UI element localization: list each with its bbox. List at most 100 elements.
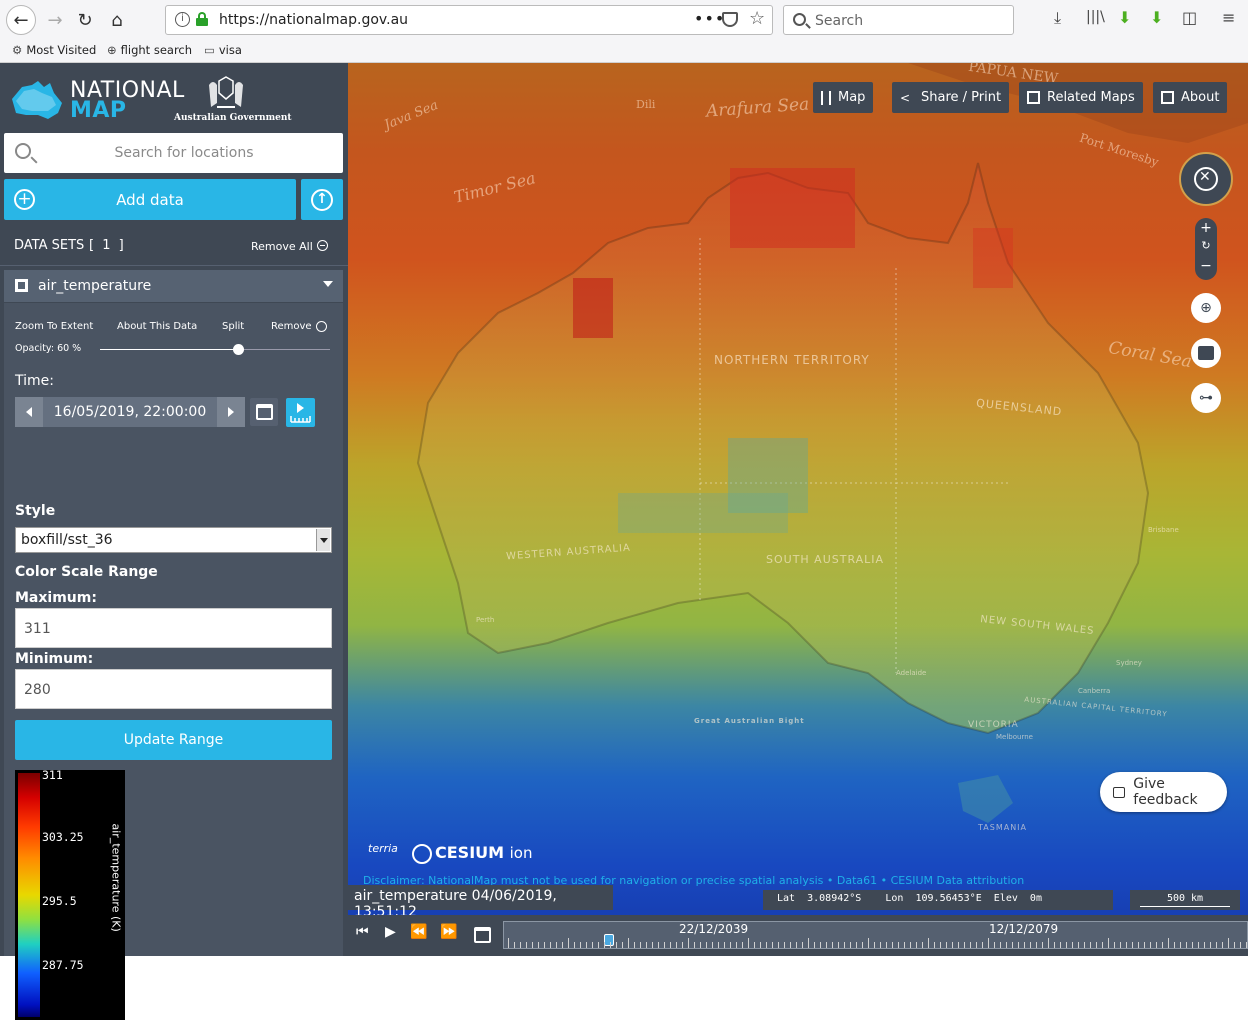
timeline-tick: [1084, 942, 1085, 948]
timeline-tick: [706, 942, 707, 948]
dataset-visibility-checkbox[interactable]: [15, 279, 28, 292]
time-value[interactable]: 16/05/2019, 22:00:00: [43, 404, 217, 420]
home-icon[interactable]: ⌂: [102, 5, 132, 35]
lock-icon[interactable]: [196, 12, 208, 26]
map-view[interactable]: Arafura Sea Timor Sea Java Sea Coral Sea…: [348, 63, 1248, 956]
remove-all-icon[interactable]: [317, 240, 328, 251]
state-label-victoria: VICTORIA: [968, 720, 1019, 730]
lon-label: Lon: [885, 893, 904, 904]
timeline-toggle-button[interactable]: [286, 398, 315, 427]
timeline-tick: [1030, 942, 1031, 948]
upload-button[interactable]: ↑: [301, 179, 343, 220]
timeline-tick: [520, 942, 521, 948]
speed-up-icon[interactable]: ⏩: [440, 924, 457, 940]
timeline-tick: [898, 942, 899, 948]
timeline-tick: [508, 938, 509, 948]
addon-download-icon[interactable]: ⬇: [1118, 8, 1131, 27]
government-crest-icon: [209, 76, 243, 108]
style-select[interactable]: boxfill/sst_36: [15, 527, 332, 553]
timeline-tick: [568, 938, 569, 948]
url-bar[interactable]: i https://nationalmap.gov.au ••• ☆: [165, 5, 773, 35]
url-text[interactable]: https://nationalmap.gov.au: [219, 12, 408, 28]
timeline-tick: [778, 942, 779, 948]
bookmark-star-icon[interactable]: ☆: [749, 8, 765, 29]
opacity-slider-handle[interactable]: [233, 344, 244, 355]
split-link[interactable]: Split: [222, 321, 244, 332]
opacity-slider[interactable]: [100, 344, 330, 355]
update-range-button[interactable]: Update Range: [15, 720, 332, 760]
zoom-in-button[interactable]: +: [1195, 220, 1217, 236]
timeline-position-marker[interactable]: [604, 934, 614, 946]
time-label: Time:: [15, 373, 54, 389]
timeline-tick: [1222, 942, 1223, 948]
measure-tool-button[interactable]: ⊶: [1191, 383, 1221, 413]
timeline-tick: [1102, 942, 1103, 948]
location-search-input[interactable]: [44, 142, 324, 164]
remove-all-button[interactable]: Remove All: [251, 240, 313, 253]
remove-link[interactable]: Remove: [271, 321, 312, 332]
timeline-tick: [760, 942, 761, 948]
about-this-data-link[interactable]: About This Data: [117, 321, 197, 332]
national-map-logo[interactable]: NATIONAL MAP Australian Government: [8, 73, 338, 133]
split-view-button[interactable]: [1191, 338, 1221, 368]
dataset-header[interactable]: air_temperature: [4, 270, 343, 302]
maximum-input[interactable]: 311: [15, 608, 332, 648]
library-icon[interactable]: |||\: [1086, 9, 1105, 25]
reload-icon[interactable]: ↻: [70, 5, 100, 35]
remove-icon[interactable]: [316, 321, 327, 332]
zoom-out-button[interactable]: −: [1195, 258, 1217, 274]
australia-logo-icon: [12, 81, 62, 119]
zoom-reset-button[interactable]: ↻: [1195, 239, 1217, 252]
give-feedback-button[interactable]: Give feedback: [1100, 772, 1227, 812]
collapse-arrow-icon[interactable]: [323, 281, 333, 287]
bookmark-most-visited[interactable]: ⚙ Most Visited: [12, 43, 96, 57]
timeline-tick: [910, 942, 911, 948]
share-icon: <: [900, 90, 911, 105]
menu-icon[interactable]: ≡: [1222, 8, 1235, 27]
feedback-label: Give feedback: [1133, 776, 1198, 808]
page-actions-icon[interactable]: •••: [694, 9, 725, 28]
back-icon[interactable]: ←: [6, 5, 36, 35]
timeline-tick: [562, 942, 563, 948]
skip-to-start-icon[interactable]: ⏮: [356, 924, 369, 940]
timeline-tick: [982, 942, 983, 948]
map-settings-button[interactable]: Map: [813, 82, 874, 113]
bookmark-visa[interactable]: ▭ visa: [204, 43, 242, 57]
location-search-box[interactable]: [4, 133, 343, 173]
my-location-button[interactable]: ⊕: [1191, 293, 1221, 323]
share-print-button[interactable]: < Share / Print: [892, 82, 1010, 113]
browser-search-input[interactable]: Search: [783, 5, 1014, 35]
browser-search-placeholder: Search: [815, 13, 864, 29]
slow-down-icon[interactable]: ⏪: [410, 924, 427, 940]
cesium-ion-logo[interactable]: CESIUM ion: [412, 843, 533, 864]
logo-text-map: MAP: [70, 98, 127, 123]
timeline-tick: [628, 938, 629, 948]
timeline-tick: [1228, 938, 1229, 948]
play-icon[interactable]: ▶: [385, 924, 396, 940]
forward-icon[interactable]: →: [40, 5, 70, 35]
zoom-to-extent-link[interactable]: Zoom To Extent: [15, 321, 93, 332]
location-bar[interactable]: Lat 3.08942°S Lon 109.56453°E Elev 0m: [763, 890, 1113, 910]
next-time-button[interactable]: [217, 397, 245, 427]
bookmark-flight-search[interactable]: ⊕ flight search: [107, 43, 192, 57]
related-maps-button[interactable]: Related Maps: [1019, 82, 1143, 113]
downloads-icon[interactable]: ⤓: [1054, 8, 1061, 28]
add-data-button[interactable]: + Add data: [4, 179, 296, 220]
addon-download-icon-2[interactable]: ⬇: [1150, 8, 1163, 27]
calendar-icon[interactable]: [474, 927, 491, 943]
compass-control[interactable]: [1179, 152, 1233, 206]
dataset-name[interactable]: air_temperature: [38, 278, 151, 294]
pocket-icon[interactable]: [722, 12, 738, 27]
terria-logo[interactable]: terria: [368, 842, 398, 855]
timeline-scrubber[interactable]: 22/12/2039 12/12/2079: [503, 921, 1248, 949]
about-button[interactable]: About: [1153, 82, 1228, 113]
timeline-tick: [664, 942, 665, 948]
calendar-button[interactable]: [250, 398, 278, 426]
chevron-down-icon[interactable]: [316, 529, 330, 551]
timeline-tick: [1054, 942, 1055, 948]
previous-time-button[interactable]: [15, 397, 43, 427]
minimum-input[interactable]: 280: [15, 669, 332, 709]
sidebar-toggle-icon[interactable]: ◫: [1182, 8, 1197, 27]
info-icon[interactable]: i: [175, 12, 190, 27]
opacity-slider-fill: [100, 349, 238, 350]
